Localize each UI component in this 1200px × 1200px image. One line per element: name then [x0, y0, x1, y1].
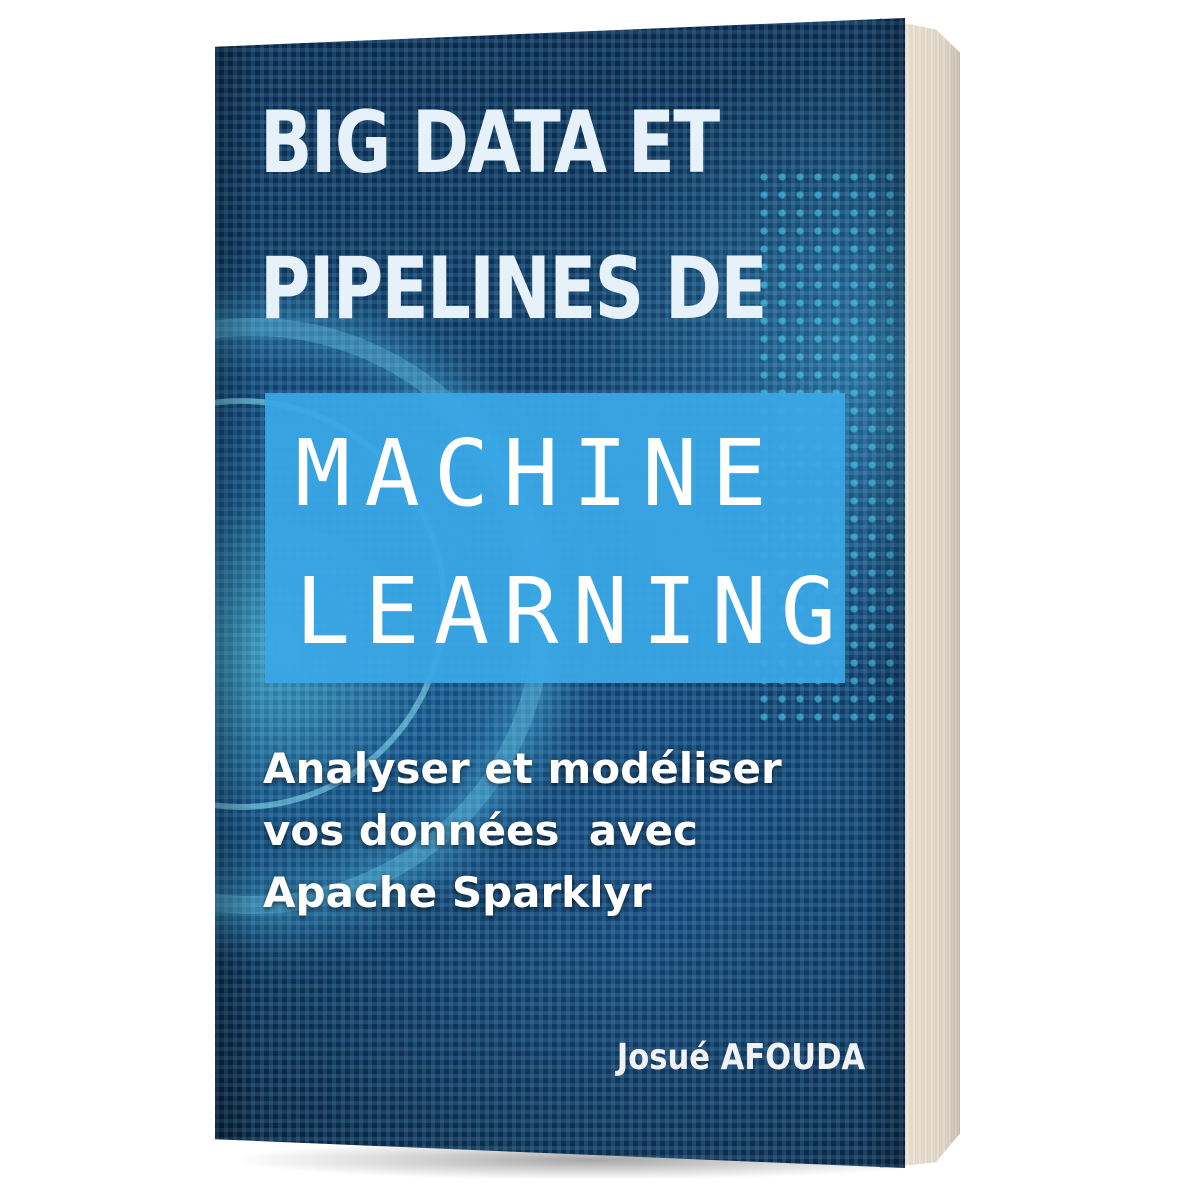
subtitle-line-3: Apache Sparklyr: [263, 868, 652, 917]
highlight-line-1: MACHINE: [295, 420, 781, 527]
title-line-1: BIG DATA ET: [260, 93, 720, 193]
highlight-line-2: LEARNING: [295, 558, 851, 665]
subtitle: Analyser et modéliser vos données avec A…: [263, 738, 903, 924]
author-name: Josué AFOUDA: [616, 1037, 865, 1078]
subtitle-line-2: vos données avec: [263, 806, 698, 855]
subtitle-line-1: Analyser et modéliser: [263, 744, 782, 793]
book-mockup: BIG DATA ET PIPELINES DE MACHINE LEARNIN…: [0, 0, 1200, 1200]
title-line-2: PIPELINES DE: [260, 239, 767, 339]
book-cover: BIG DATA ET PIPELINES DE MACHINE LEARNIN…: [215, 18, 905, 1168]
